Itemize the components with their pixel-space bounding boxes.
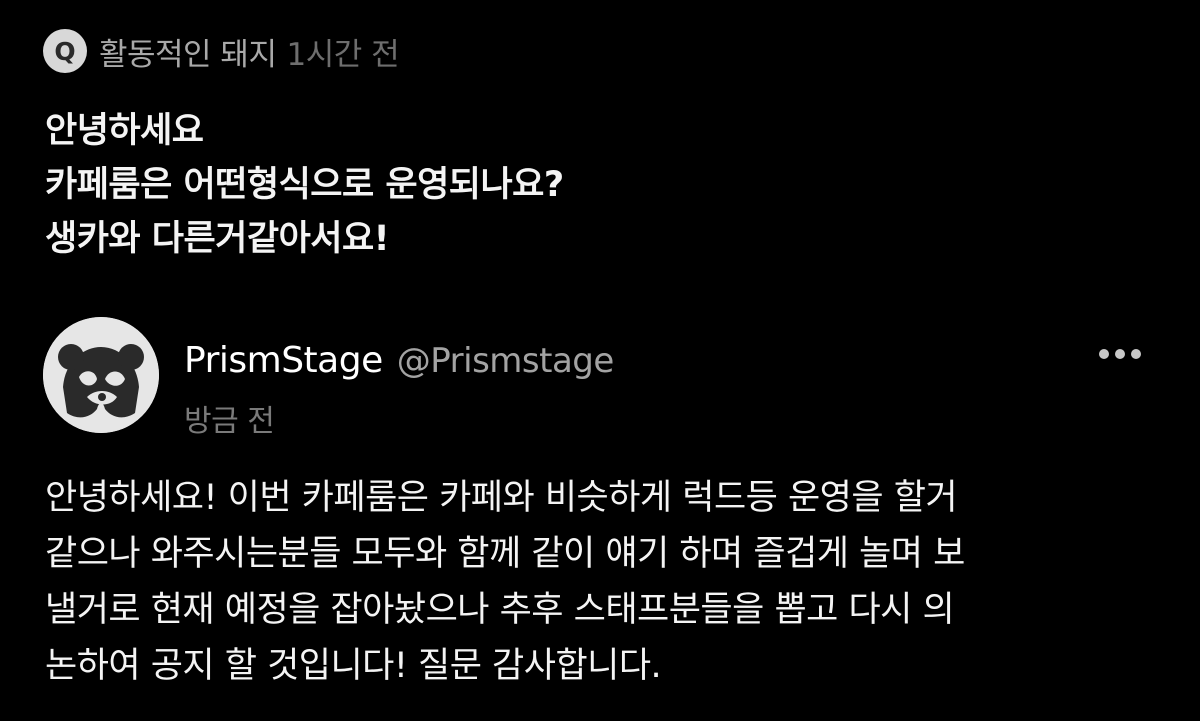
question-line: 카페룸은 어떤형식으로 운영되나요? xyxy=(45,165,564,205)
answer-timestamp: 방금 전 xyxy=(184,404,275,439)
answer-line: 같으나 와주시는분들 모두와 함께 같이 얘기 하며 즐겁게 놀며 보 xyxy=(45,534,965,574)
question-body: 안녕하세요 카페룸은 어떤형식으로 운영되나요? 생카와 다른거같아서요! xyxy=(45,104,1155,266)
answer-body: 안녕하세요! 이번 카페룸은 카페와 비슷하게 럭드등 운영을 할거 같으나 와… xyxy=(45,470,1165,694)
answer-author-handle[interactable]: @Prismstage xyxy=(397,341,615,381)
answer-line: 안녕하세요! 이번 카페룸은 카페와 비슷하게 럭드등 운영을 할거 xyxy=(45,478,958,518)
question-line: 안녕하세요 xyxy=(45,111,204,151)
question-line: 생카와 다른거같아서요! xyxy=(45,219,390,259)
answer-line: 논하여 공지 할 것입니다! 질문 감사합니다. xyxy=(45,646,662,686)
answer-author-row: PrismStage @Prismstage xyxy=(184,340,614,381)
more-options-button[interactable] xyxy=(1092,336,1148,372)
question-badge-icon: Q xyxy=(43,29,87,73)
question-header: Q 활동적인 돼지 1시간 전 xyxy=(43,28,400,74)
question-timestamp: 1시간 전 xyxy=(286,36,400,73)
answer-line: 낼거로 현재 예정을 잡아놨으나 추후 스태프분들을 뽑고 다시 의 xyxy=(45,590,955,630)
answer-author-name[interactable]: PrismStage xyxy=(184,340,383,381)
question-card: Q 활동적인 돼지 1시간 전 안녕하세요 카페룸은 어떤형식으로 운영되나요?… xyxy=(0,0,1200,300)
panda-logo-icon[interactable] xyxy=(43,317,159,433)
question-author[interactable]: 활동적인 돼지 xyxy=(99,29,277,74)
answer-card: PrismStage @Prismstage 방금 전 안녕하세요! 이번 카페… xyxy=(0,300,1200,721)
more-horizontal-icon xyxy=(1099,349,1141,359)
